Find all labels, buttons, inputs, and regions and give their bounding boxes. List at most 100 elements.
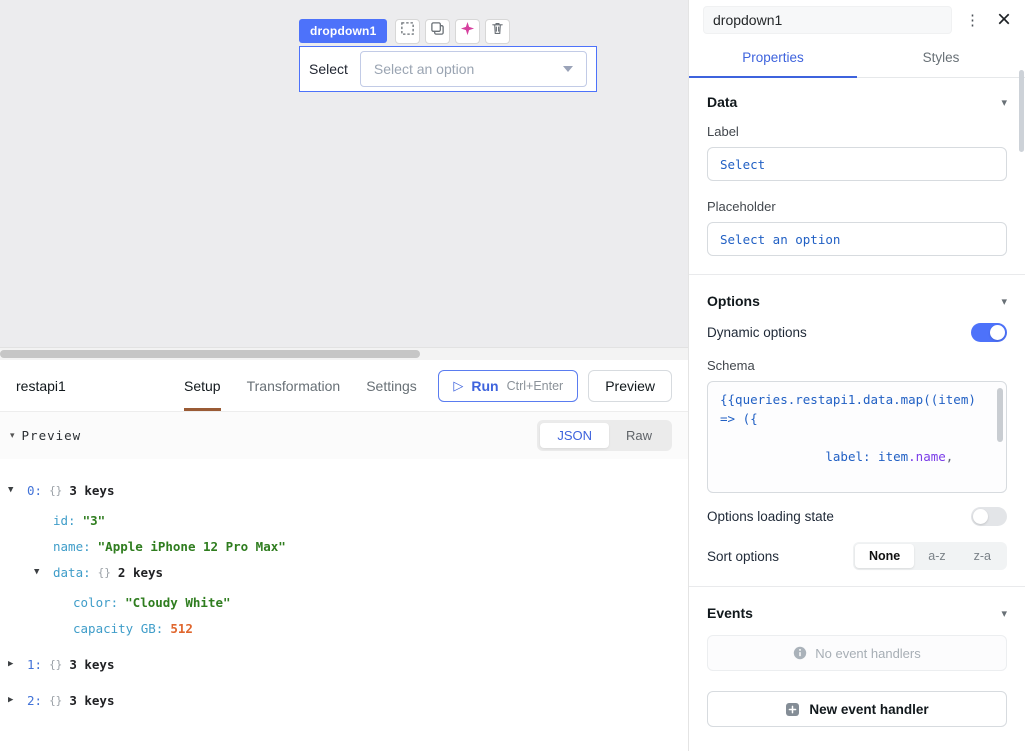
inspector-body: Data ▾ Label Select Placeholder Select a… [689, 78, 1025, 727]
loading-state-label: Options loading state [707, 509, 834, 524]
chevron-down-icon[interactable]: ▾ [1001, 607, 1007, 620]
query-name[interactable]: restapi1 [16, 378, 184, 394]
schema-code-editor[interactable]: {{queries.restapi1.data.map((item) => ({… [707, 381, 1007, 493]
copy-widget-button[interactable] [425, 19, 450, 44]
widget-name-input[interactable] [703, 6, 952, 34]
tree-row-id[interactable]: id: "3" [34, 507, 688, 533]
no-event-handlers-text: No event handlers [815, 646, 921, 661]
sort-options-segmented: None a-z z-a [853, 542, 1007, 570]
collapse-arrow-icon[interactable]: ▼ [34, 567, 46, 577]
horizontal-scrollbar-thumb[interactable] [0, 350, 420, 358]
tab-settings[interactable]: Settings [366, 360, 417, 411]
tree-row-data[interactable]: ▼ data: {} 2 keys [34, 559, 688, 585]
ai-sparkle-icon [460, 21, 475, 41]
no-event-handlers-box: No event handlers [707, 635, 1007, 671]
section-events: Events ▾ No event handlers New event han… [707, 605, 1007, 727]
app-canvas[interactable]: dropdown1 [0, 0, 688, 348]
copy-icon [430, 21, 445, 41]
run-button-label: Run [471, 378, 498, 394]
dynamic-options-label: Dynamic options [707, 325, 807, 340]
new-event-handler-button[interactable]: New event handler [707, 691, 1007, 727]
inspector-panel: ⋮ × Properties Styles Data ▾ Label Selec… [688, 0, 1025, 751]
tree-row-0[interactable]: ▼ 0: {} 3 keys [8, 477, 688, 503]
placeholder-field-input[interactable]: Select an option [707, 222, 1007, 256]
tree-key: 2: [27, 693, 42, 708]
code-token: label: [810, 449, 878, 464]
select-parent-icon [400, 21, 415, 41]
tree-value: "Apple iPhone 12 Pro Max" [98, 539, 286, 554]
section-divider [689, 586, 1025, 587]
dropdown-widget[interactable]: Select Select an option [299, 46, 597, 92]
collapse-arrow-icon[interactable]: ▼ [8, 485, 20, 495]
tree-key: name: [53, 539, 91, 554]
tab-transformation-label: Transformation [247, 378, 341, 394]
section-options: Options ▾ Dynamic options Schema {{queri… [707, 293, 1007, 570]
tab-setup-label: Setup [184, 378, 221, 394]
loading-state-toggle[interactable] [971, 507, 1007, 526]
sort-za-button[interactable]: z-a [960, 544, 1005, 568]
tree-key: color: [73, 595, 118, 610]
dropdown-widget-label: Select [309, 61, 348, 77]
tree-children-data: color: "Cloudy White" capacity GB: 512 [34, 589, 688, 641]
preview-button[interactable]: Preview [588, 370, 672, 402]
dropdown-widget-select[interactable]: Select an option [360, 51, 587, 87]
tab-transformation[interactable]: Transformation [247, 360, 341, 411]
object-braces: {} [49, 484, 62, 497]
expand-arrow-icon[interactable]: ▶ [8, 695, 20, 705]
tab-properties[interactable]: Properties [689, 40, 857, 78]
widget-toolbar: dropdown1 [299, 18, 510, 44]
chevron-down-icon[interactable]: ▾ [1001, 96, 1007, 109]
tree-value: 512 [170, 621, 193, 636]
sort-none-button[interactable]: None [855, 544, 914, 568]
select-parent-button[interactable] [395, 19, 420, 44]
query-actions: ▷ Run Ctrl+Enter Preview [438, 370, 672, 402]
section-options-title: Options [707, 293, 760, 309]
run-button[interactable]: ▷ Run Ctrl+Enter [438, 370, 578, 402]
dropdown-placeholder-text: Select an option [374, 61, 474, 77]
section-data: Data ▾ Label Select Placeholder Select a… [707, 94, 1007, 256]
close-icon[interactable]: × [993, 8, 1015, 32]
app-window: dropdown1 [0, 0, 1025, 751]
tree-value: "Cloudy White" [125, 595, 230, 610]
tree-node-1: ▶ 1: {} 3 keys [8, 651, 688, 677]
tree-row-capacity[interactable]: capacity GB: 512 [54, 615, 688, 641]
mode-raw[interactable]: Raw [609, 423, 669, 448]
kebab-menu-icon[interactable]: ⋮ [962, 11, 983, 29]
tree-key: id: [53, 513, 76, 528]
tab-setup[interactable]: Setup [184, 360, 221, 411]
dynamic-options-toggle[interactable] [971, 323, 1007, 342]
preview-mode-toggle: JSON Raw [537, 420, 672, 451]
code-token: {{queries.restapi1.data.map((item) [720, 392, 976, 407]
ai-assist-button[interactable] [455, 19, 480, 44]
tree-row-name[interactable]: name: "Apple iPhone 12 Pro Max" [34, 533, 688, 559]
tree-key: 1: [27, 657, 42, 672]
label-field-input[interactable]: Select [707, 147, 1007, 181]
tree-row-2[interactable]: ▶ 2: {} 3 keys [8, 687, 688, 713]
widget-name-badge[interactable]: dropdown1 [299, 19, 387, 43]
tab-styles[interactable]: Styles [857, 40, 1025, 78]
play-icon: ▷ [453, 379, 463, 392]
label-field-label: Label [707, 124, 1007, 139]
object-braces: {} [98, 566, 111, 579]
delete-widget-button[interactable] [485, 19, 510, 44]
code-token: .name [908, 449, 946, 464]
code-token: => ({ [720, 411, 758, 426]
expand-arrow-icon[interactable]: ▶ [8, 659, 20, 669]
tree-meta: 3 keys [69, 693, 114, 708]
inspector-scrollbar[interactable] [1019, 70, 1024, 152]
object-braces: {} [49, 658, 62, 671]
new-event-handler-label: New event handler [809, 702, 928, 717]
query-tabs: Setup Transformation Settings [184, 360, 417, 411]
tree-row-1[interactable]: ▶ 1: {} 3 keys [8, 651, 688, 677]
placeholder-field-label: Placeholder [707, 199, 1007, 214]
schema-label: Schema [707, 358, 1007, 373]
code-editor-scrollbar[interactable] [997, 388, 1003, 442]
collapse-caret-icon[interactable]: ▾ [10, 430, 15, 441]
tree-row-color[interactable]: color: "Cloudy White" [54, 589, 688, 615]
horizontal-scrollbar[interactable] [0, 348, 688, 360]
object-braces: {} [49, 694, 62, 707]
chevron-down-icon[interactable]: ▾ [1001, 295, 1007, 308]
tree-meta: 3 keys [69, 483, 114, 498]
mode-json[interactable]: JSON [540, 423, 609, 448]
sort-az-button[interactable]: a-z [914, 544, 959, 568]
